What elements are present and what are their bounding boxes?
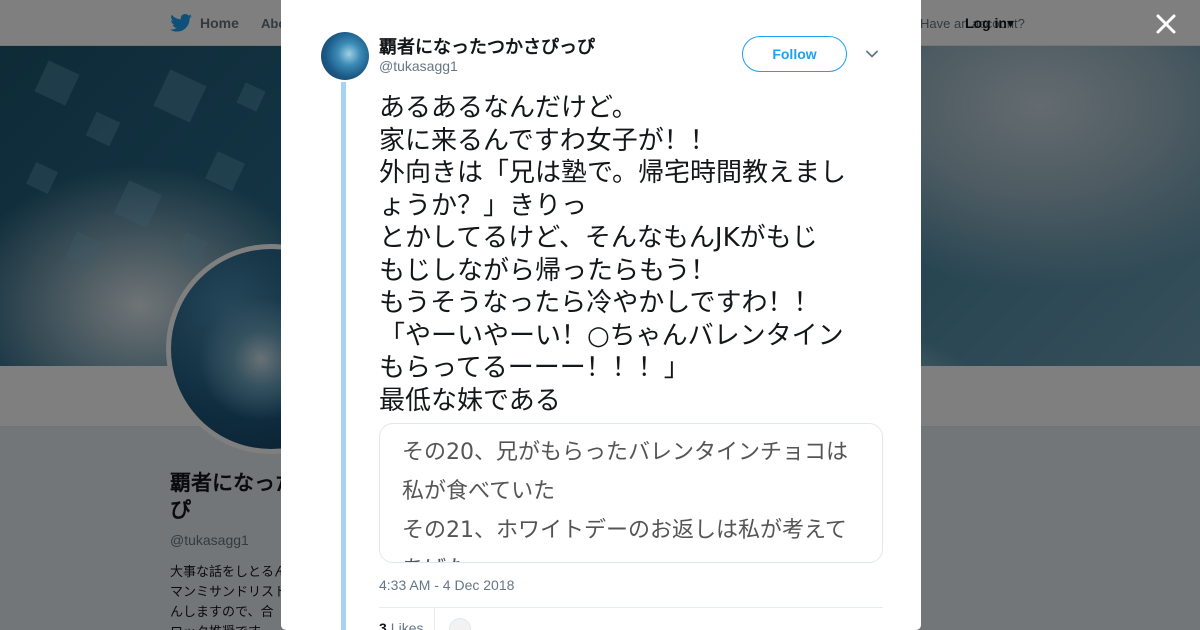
close-button[interactable] xyxy=(1152,10,1180,38)
stats-divider xyxy=(379,607,883,608)
follow-button[interactable]: Follow xyxy=(742,36,847,72)
likes-count: 3 xyxy=(379,620,387,630)
tweet-text-line: あるあるなんだけど。 xyxy=(379,93,638,123)
tweet-text-line: 最低な妹である xyxy=(379,385,561,416)
media-text-line: その20、兄がもらったバレンタインチョコは xyxy=(402,440,848,465)
tweet-text-line: 「やーいやーい！○ちゃんバレンタイン xyxy=(379,320,844,351)
tweet-text-line: 家に来るんですわ女子が！！ xyxy=(379,125,716,156)
media-text-line: 私が食べていた xyxy=(402,479,556,504)
media-text-line: あげた xyxy=(402,551,468,562)
tweet-timestamp[interactable]: 4:33 AM - 4 Dec 2018 xyxy=(379,577,514,593)
tweet-text-line: もうそうなったら冷やかしですわ！！ xyxy=(379,288,820,318)
author-avatar[interactable] xyxy=(321,32,369,80)
tweet-text: あるあるなんだけど。 家に来るんですわ女子が！！ 外向きは「兄は塾で。帰宅時間教… xyxy=(379,92,889,417)
tweet-text-line: もらってるーーー！！！」 xyxy=(379,353,690,383)
author-handle[interactable]: @tukasagg1 xyxy=(379,58,458,74)
chevron-down-icon xyxy=(866,50,878,58)
tweet-text-line: 外向きは「兄は塾で。帰宅時間教えまし xyxy=(379,158,846,188)
media-text-line: その21、ホワイトデーのお返しは私が考えて xyxy=(402,518,847,543)
likes-stat[interactable]: 3 Likes xyxy=(379,620,423,630)
tweet-text-line: とかしてるけど、そんなもんJKがもじ xyxy=(379,223,818,253)
thread-line xyxy=(341,82,346,630)
author-name[interactable]: 覇者になったつかさぴっぴ xyxy=(379,33,595,59)
tweet-media-image[interactable]: その20、兄がもらったバレンタインチョコは 私が食べていた その21、ホワイトデ… xyxy=(379,423,883,563)
tweet-text-line: ょうか？」きりっ xyxy=(379,190,588,221)
tweet-modal: 覇者になったつかさぴっぴ @tukasagg1 Follow あるあるなんだけど… xyxy=(281,0,921,630)
liker-avatar[interactable] xyxy=(449,618,471,630)
close-icon xyxy=(1156,14,1176,34)
stats-separator xyxy=(434,607,435,630)
likes-label: Likes xyxy=(390,620,424,630)
tweet-text-line: もじしながら帰ったらもう！ xyxy=(379,255,717,286)
tweet-options-button[interactable] xyxy=(864,46,880,62)
